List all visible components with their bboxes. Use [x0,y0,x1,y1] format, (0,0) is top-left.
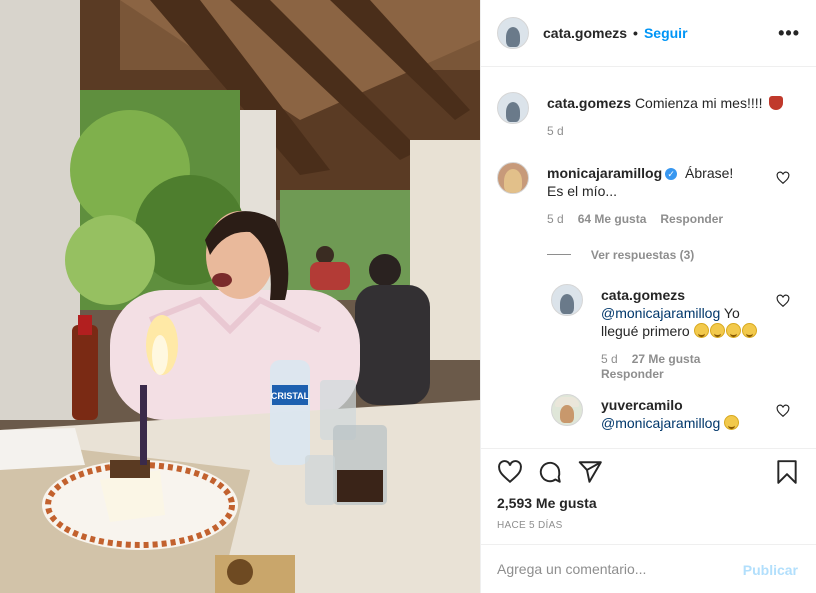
comment-time[interactable]: 5 d [547,212,564,226]
likes-count[interactable]: 2,593 Me gusta [497,495,597,511]
reply-item: yuvercamilo @monicajaramillog [551,394,801,444]
laughing-emoji-icons [693,323,758,339]
comment-input[interactable] [497,561,727,577]
reply-mention[interactable]: @monicajaramillog [601,305,720,321]
caption-meta: 5 d [547,124,564,138]
caption-avatar[interactable] [497,92,529,124]
post-photo[interactable]: CRISTAL [0,0,480,593]
view-replies-toggle[interactable]: Ver respuestas (3) [547,246,787,266]
comment-item: monicajaramillog ✓ Ábrase! Es el mío... 5… [497,162,801,232]
publish-button[interactable]: Publicar [743,562,798,578]
reply-like-heart-icon[interactable] [776,294,790,308]
reply-avatar[interactable] [551,284,583,316]
reply-button[interactable]: Responder [660,212,723,226]
author-avatar[interactable] [497,17,529,49]
caption-username[interactable]: cata.gomezs [547,95,631,111]
caption-time[interactable]: 5 d [547,124,564,138]
commenter-avatar[interactable] [497,162,529,194]
replies-line [547,254,571,255]
comments-list[interactable]: cata.gomezs Comienza mi mes!!!! 5 d moni… [481,68,816,448]
reply-respond-button[interactable]: Responder [601,367,664,381]
follow-button[interactable]: Seguir [644,25,688,41]
add-comment-bar: Publicar [481,544,816,593]
reply-username[interactable]: cata.gomezs [601,287,685,303]
share-icon[interactable] [577,459,603,485]
reply-like-heart-icon[interactable] [776,404,790,418]
verified-badge-icon: ✓ [665,168,678,180]
post-header: cata.gomezs • Seguir ••• [481,0,816,67]
reply-avatar[interactable] [551,394,583,426]
comment-likes[interactable]: 64 Me gusta [578,212,647,226]
reply-meta: 5 d 27 Me gusta Responder [601,352,721,382]
reply-item: cata.gomezs @monicajaramillog Yo llegué … [551,284,801,384]
more-horizontal-icon[interactable]: ••• [778,24,800,42]
post-actions: 2,593 Me gusta HACE 5 DÍAS Publicar [481,448,816,593]
commenter-username[interactable]: monicajaramillog [547,165,662,181]
comment-icon[interactable] [537,459,563,485]
separator-dot: • [633,25,638,41]
author-username[interactable]: cata.gomezs [543,25,627,41]
comment-text-block: monicajaramillog ✓ Ábrase! Es el mío... [547,164,747,200]
photo-illustration: CRISTAL [0,0,480,593]
heart-icon[interactable] [497,459,523,485]
bottle-label: CRISTAL [271,391,310,401]
reply-text-block: yuvercamilo @monicajaramillog [601,396,776,432]
caption: cata.gomezs Comienza mi mes!!!! 5 d [497,92,797,152]
comment-meta: 5 d 64 Me gusta Responder [547,212,723,226]
reply-username[interactable]: yuvercamilo [601,397,683,413]
posted-ago[interactable]: HACE 5 DÍAS [497,520,563,531]
action-icons-row [497,459,800,487]
dress-emoji-icon [769,96,784,110]
post-side-panel: cata.gomezs • Seguir ••• cata.gomezs Com… [480,0,816,593]
reply-mention[interactable]: @monicajaramillog [601,415,720,431]
reply-likes[interactable]: 27 Me gusta [632,352,701,366]
reply-time[interactable]: 5 d [601,352,618,366]
caption-text-block: cata.gomezs Comienza mi mes!!!! [547,94,792,112]
caption-text: Comienza mi mes!!!! [634,95,763,111]
smiling-emoji-icon [724,415,740,430]
view-replies-label[interactable]: Ver respuestas (3) [591,248,694,262]
comment-like-heart-icon[interactable] [776,171,790,185]
bookmark-icon[interactable] [774,459,800,485]
reply-text-block: cata.gomezs @monicajaramillog Yo llegué … [601,286,766,340]
